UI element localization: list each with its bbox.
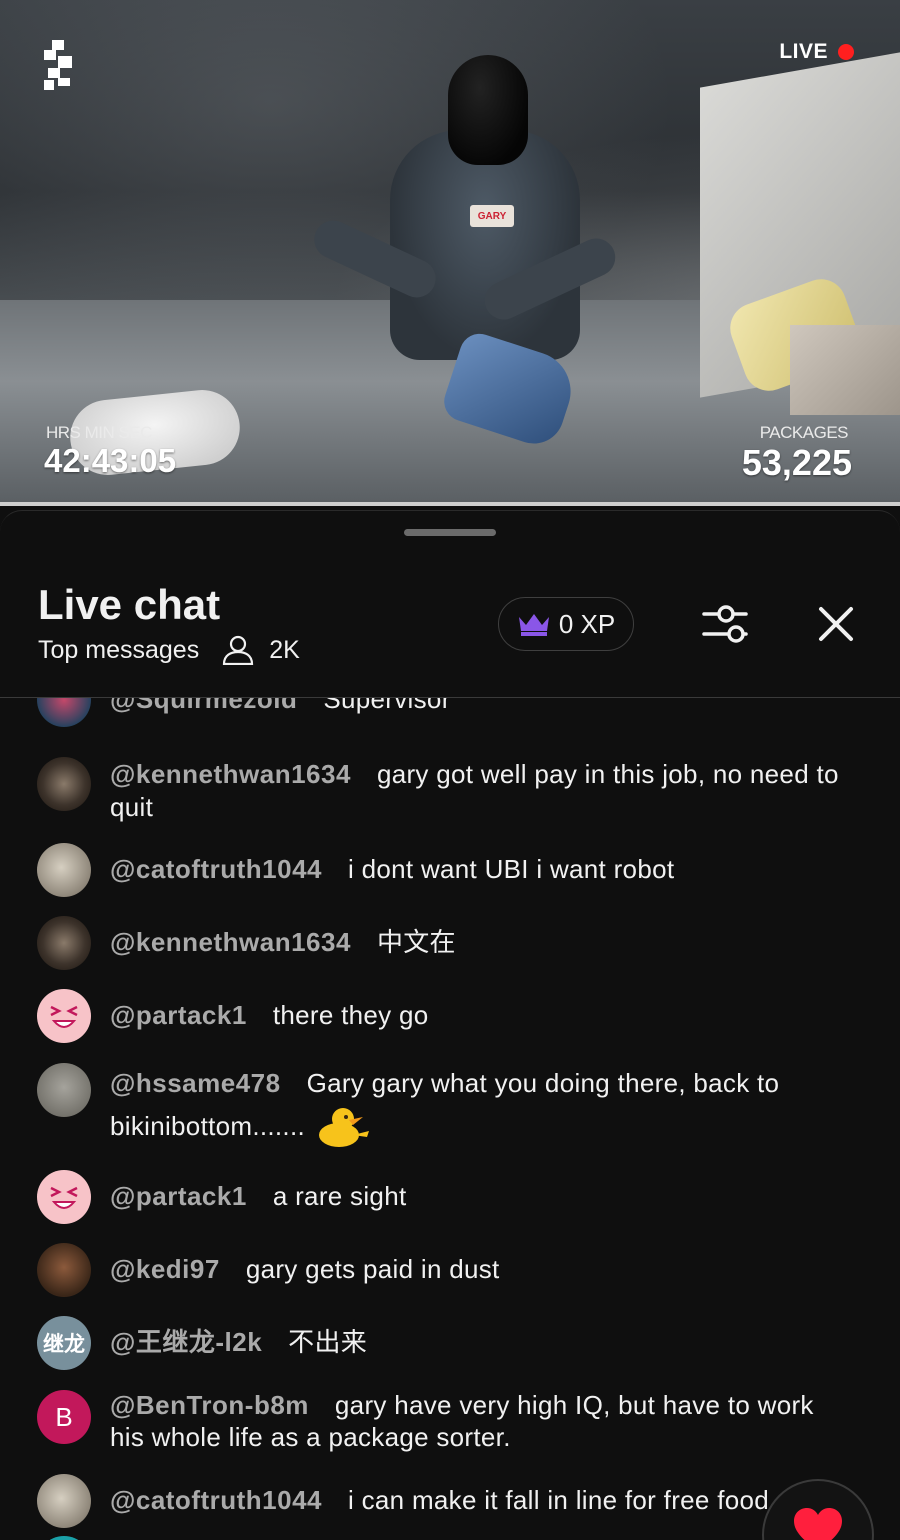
message-content: @BenTron-b8m gary have very high IQ, but … bbox=[110, 1389, 850, 1453]
laughing-face-icon bbox=[50, 1005, 78, 1028]
viewer-count: 2K bbox=[221, 635, 300, 665]
brown-package bbox=[790, 325, 900, 415]
message-text: 不出来 bbox=[288, 1327, 368, 1357]
message-author[interactable]: @catoftruth1044 bbox=[110, 1485, 322, 1515]
avatar[interactable] bbox=[37, 1536, 91, 1540]
avatar[interactable] bbox=[37, 1170, 91, 1224]
message-author[interactable]: @Squirmezoid bbox=[110, 698, 297, 714]
chat-title: Live chat bbox=[38, 581, 221, 628]
brand-logo-icon bbox=[44, 40, 72, 90]
drag-handle[interactable] bbox=[404, 529, 496, 536]
xp-label: 0 XP bbox=[558, 608, 616, 639]
sliders-icon[interactable] bbox=[700, 601, 750, 647]
message-content: @partack1 there they go bbox=[110, 999, 850, 1032]
heart-icon bbox=[794, 1508, 842, 1540]
timer-label: HRS MIN SEC bbox=[46, 423, 152, 442]
chat-subtitle-row: Top messages 2K bbox=[38, 635, 300, 665]
message-author[interactable]: @partack1 bbox=[110, 1181, 247, 1211]
message-author[interactable]: @catoftruth1044 bbox=[110, 854, 322, 884]
message-author[interactable]: @王继龙-l2k bbox=[110, 1327, 262, 1357]
viewer-count-value: 2K bbox=[269, 635, 300, 664]
message-author[interactable]: @kedi97 bbox=[110, 1254, 220, 1284]
robot-name-badge: GARY bbox=[470, 205, 514, 227]
message-text: there they go bbox=[272, 1000, 429, 1030]
live-dot-icon bbox=[838, 44, 854, 60]
laughing-face-icon bbox=[50, 1186, 78, 1209]
avatar[interactable] bbox=[37, 1063, 91, 1117]
timer-value: 42:43:05 bbox=[44, 442, 177, 479]
avatar[interactable] bbox=[37, 843, 91, 897]
close-icon[interactable] bbox=[815, 603, 857, 645]
avatar[interactable] bbox=[37, 698, 91, 727]
message-author[interactable]: @partack1 bbox=[110, 1000, 247, 1030]
xp-button[interactable]: 0 XP bbox=[498, 597, 634, 651]
video-progress-bar[interactable] bbox=[0, 502, 900, 506]
avatar[interactable] bbox=[37, 989, 91, 1043]
live-chat-panel: Live chat Top messages 2K 0 XP @Squirmez… bbox=[0, 510, 900, 1540]
message-author[interactable]: @kennethwan1634 bbox=[110, 927, 351, 957]
packages-label: PACKAGES bbox=[759, 423, 849, 442]
packages-value: 53,225 bbox=[741, 442, 852, 483]
message-content: @kennethwan1634 gary got well pay in this… bbox=[110, 758, 850, 824]
message-content: @王继龙-l2k 不出来 bbox=[110, 1326, 850, 1359]
video-player[interactable]: GARY LIVE HRS MIN SEC 42:43:05 PACKAGES … bbox=[0, 0, 900, 504]
avatar[interactable] bbox=[37, 757, 91, 811]
avatar[interactable] bbox=[37, 1474, 91, 1528]
message-content: @catoftruth1044 i dont want UBI i want ro… bbox=[110, 853, 850, 886]
message-text: i dont want UBI i want robot bbox=[348, 854, 675, 884]
avatar[interactable] bbox=[37, 1243, 91, 1297]
message-content: @kedi97 gary gets paid in dust bbox=[110, 1253, 850, 1286]
message-text: i can make it fall in line for free food bbox=[348, 1485, 769, 1515]
message-author[interactable]: @hssame478 bbox=[110, 1068, 281, 1098]
message-text: a rare sight bbox=[272, 1181, 407, 1211]
avatar[interactable]: 继龙 bbox=[37, 1316, 91, 1370]
message-content: @hssame478 Gary gary what you doing there… bbox=[110, 1062, 850, 1151]
chat-mode-selector[interactable]: Top messages bbox=[38, 636, 199, 665]
message-content: @catoftruth1044 i can make it fall in lin… bbox=[110, 1484, 850, 1517]
message-content: @kennethwan1634 中文在 bbox=[110, 926, 850, 959]
avatar[interactable] bbox=[37, 916, 91, 970]
message-content: @Squirmezoid Supervisor bbox=[110, 698, 850, 716]
crown-icon bbox=[518, 614, 549, 636]
live-indicator: LIVE bbox=[779, 40, 854, 64]
message-author[interactable]: @kennethwan1634 bbox=[110, 759, 351, 789]
dancing-duck-emoji-icon bbox=[319, 1108, 369, 1148]
avatar[interactable]: B bbox=[37, 1390, 91, 1444]
message-author[interactable]: @BenTron-b8m bbox=[110, 1390, 309, 1420]
live-label: LIVE bbox=[779, 40, 828, 63]
robot-head bbox=[448, 55, 528, 165]
message-text: 中文在 bbox=[376, 927, 456, 957]
person-icon bbox=[223, 635, 254, 665]
message-text: gary gets paid in dust bbox=[245, 1254, 500, 1284]
chat-message-list[interactable]: @Squirmezoid Supervisor @kennethwan1634 ga… bbox=[0, 698, 900, 1540]
message-content: @partack1 a rare sight bbox=[110, 1180, 850, 1213]
message-text: Supervisor bbox=[323, 698, 451, 714]
